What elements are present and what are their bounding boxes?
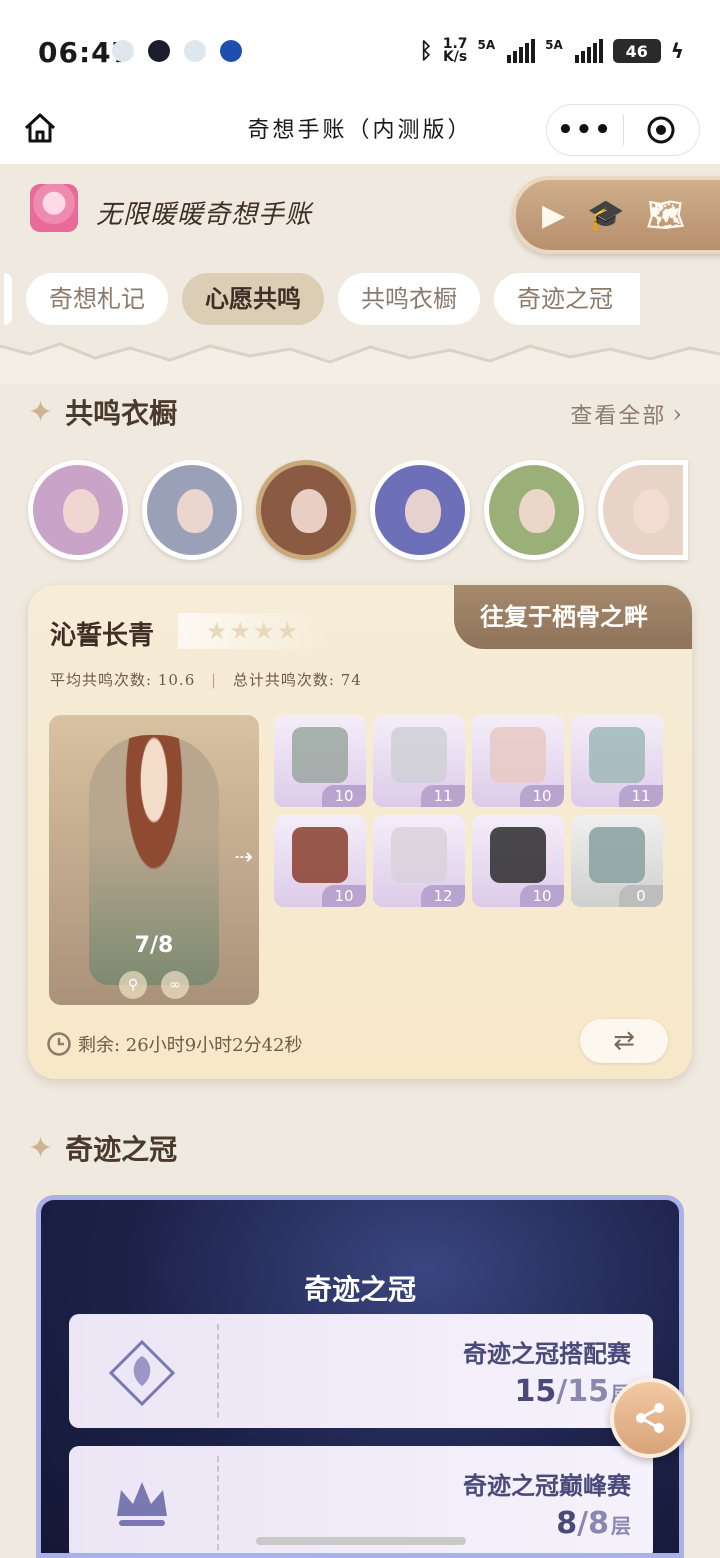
cloud-icon: [184, 40, 206, 62]
ticket-divider: [217, 1324, 219, 1418]
necklace-icon: [391, 827, 447, 883]
outfit-portrait[interactable]: ⇢ 7/8 ⚲ ∞: [49, 715, 259, 1005]
rose-emblem-icon: [108, 1339, 176, 1407]
outfit-avatar[interactable]: [28, 460, 128, 560]
outfit-item[interactable]: 11: [571, 715, 663, 807]
socks-icon: [490, 827, 546, 883]
system-indicators: ᛒ 1.7 K/s 5A 5A 46 ϟ: [419, 36, 685, 65]
bluetooth-icon: ᛒ: [419, 38, 433, 64]
signal-icon: [574, 39, 603, 63]
tab-resonance-wardrobe[interactable]: 共鸣衣橱: [338, 273, 480, 325]
resonance-stats: 平均共鸣次数: 10.6 | 总计共鸣次数: 74: [50, 671, 362, 689]
outfit-item[interactable]: 12: [373, 815, 465, 907]
home-indicator[interactable]: [256, 1537, 466, 1545]
chevron-right-icon: ›: [672, 400, 684, 428]
crown-emblem-icon: [117, 1482, 167, 1526]
net-speed: 1.7 K/s: [442, 36, 468, 65]
outfit-item[interactable]: 0: [571, 815, 663, 907]
app-name: 无限暖暖奇想手账: [96, 200, 313, 230]
outfit-item[interactable]: 10: [472, 815, 564, 907]
outfit-avatar[interactable]: [484, 460, 584, 560]
share-button[interactable]: [610, 1378, 690, 1458]
evolution-badges: ⚲ ∞: [49, 971, 259, 999]
hair-icon: [292, 827, 348, 883]
header-actions: ▶ 🎓 🗺: [512, 176, 720, 254]
outfit-avatar[interactable]: [370, 460, 470, 560]
crown-styling-contest-row[interactable]: 奇迹之冠搭配赛 15/15层: [69, 1314, 653, 1428]
tab-bar: 奇想札记 心愿共鸣 共鸣衣橱 奇迹之冠: [4, 273, 640, 325]
crown-floor-count: 8/8 层: [556, 1506, 631, 1541]
cloud-icon: [112, 40, 134, 62]
clock-icon: [47, 1032, 71, 1056]
rarity-stars: ★★★★: [178, 613, 326, 649]
remaining-time: 剩余: 26小时9小时2分42秒: [46, 1031, 303, 1057]
app-header: 无限暖暖奇想手账 ▶ 🎓 🗺: [0, 164, 720, 256]
tab-miracle-crown[interactable]: 奇迹之冠: [494, 273, 640, 325]
sim2-label: 5A: [545, 38, 563, 52]
tiara-icon: [490, 727, 546, 783]
banner-name: 往复于栖骨之畔: [454, 585, 692, 649]
target-icon: [647, 116, 675, 144]
play-icon[interactable]: ▶: [542, 198, 565, 233]
outfit-avatar[interactable]: [598, 460, 688, 560]
signal-icon: [507, 39, 536, 63]
tab-notes[interactable]: 奇想札记: [26, 273, 168, 325]
sparkle-icon: ✦: [28, 394, 54, 430]
more-button[interactable]: •••: [547, 117, 623, 143]
battery-icon: 46: [612, 39, 661, 63]
map-icon[interactable]: 🗺: [646, 198, 684, 233]
app-logo: [30, 184, 78, 232]
see-all-link[interactable]: 查看全部 ›: [570, 398, 684, 430]
boots-icon: [391, 727, 447, 783]
miracle-crown-panel: 奇迹之冠 奇迹之冠搭配赛 15/15层 奇迹之冠巅峰赛 8/8层: [36, 1195, 684, 1558]
crown-section-title: ✦ 奇迹之冠: [28, 1130, 178, 1167]
wardrobe-section-title: ✦ 共鸣衣橱: [28, 394, 178, 431]
outfit-item[interactable]: 10: [274, 815, 366, 907]
gloves-icon: [292, 727, 348, 783]
swap-icon: ⇄: [613, 1026, 635, 1056]
chat-icon: [220, 40, 242, 62]
infinity-icon: ∞: [161, 971, 189, 999]
outfit-name: 沁誓长青: [50, 621, 155, 651]
outfit-items-grid: 10 11 10 11 10 12 10 0: [274, 715, 663, 907]
close-miniprogram-button[interactable]: [624, 115, 699, 145]
nav-bar: 奇想手账（内测版） •••: [0, 100, 720, 164]
status-bar: 06:47 ᛒ 1.7 K/s 5A 5A 46 ϟ: [0, 0, 720, 100]
outfit-avatar[interactable]: [142, 460, 242, 560]
key-icon: ⚲: [119, 971, 147, 999]
outfit-item[interactable]: 10: [274, 715, 366, 807]
tab-previous[interactable]: [4, 273, 12, 325]
outfit-card: 沁誓长青 ★★★★ 往复于栖骨之畔 平均共鸣次数: 10.6 | 总计共鸣次数:…: [28, 585, 692, 1079]
tab-wish-resonance[interactable]: 心愿共鸣: [182, 273, 324, 325]
share-icon: [636, 1403, 664, 1433]
collect-progress: 7/8: [134, 933, 174, 958]
dress-icon: [589, 827, 645, 883]
notification-icons: [112, 40, 242, 62]
sim1-label: 5A: [477, 38, 496, 52]
arrow-right-icon: ⇢: [234, 845, 253, 870]
capsule-menu: •••: [546, 104, 700, 156]
outfit-avatar-list: [28, 460, 688, 560]
torn-paper-divider: [0, 342, 720, 384]
outfit-item[interactable]: 10: [472, 715, 564, 807]
ticket-divider: [217, 1456, 219, 1550]
charging-icon: ϟ: [670, 39, 684, 63]
guide-mascot-icon[interactable]: 🎓: [587, 198, 624, 233]
outfit-avatar-selected[interactable]: [256, 460, 356, 560]
crown-panel-title: 奇迹之冠: [303, 1273, 416, 1306]
top-icon: [589, 727, 645, 783]
app-badge-icon: [148, 40, 170, 62]
outfit-item[interactable]: 11: [373, 715, 465, 807]
swap-button[interactable]: ⇄: [580, 1019, 668, 1063]
sparkle-icon: ✦: [28, 1130, 54, 1166]
